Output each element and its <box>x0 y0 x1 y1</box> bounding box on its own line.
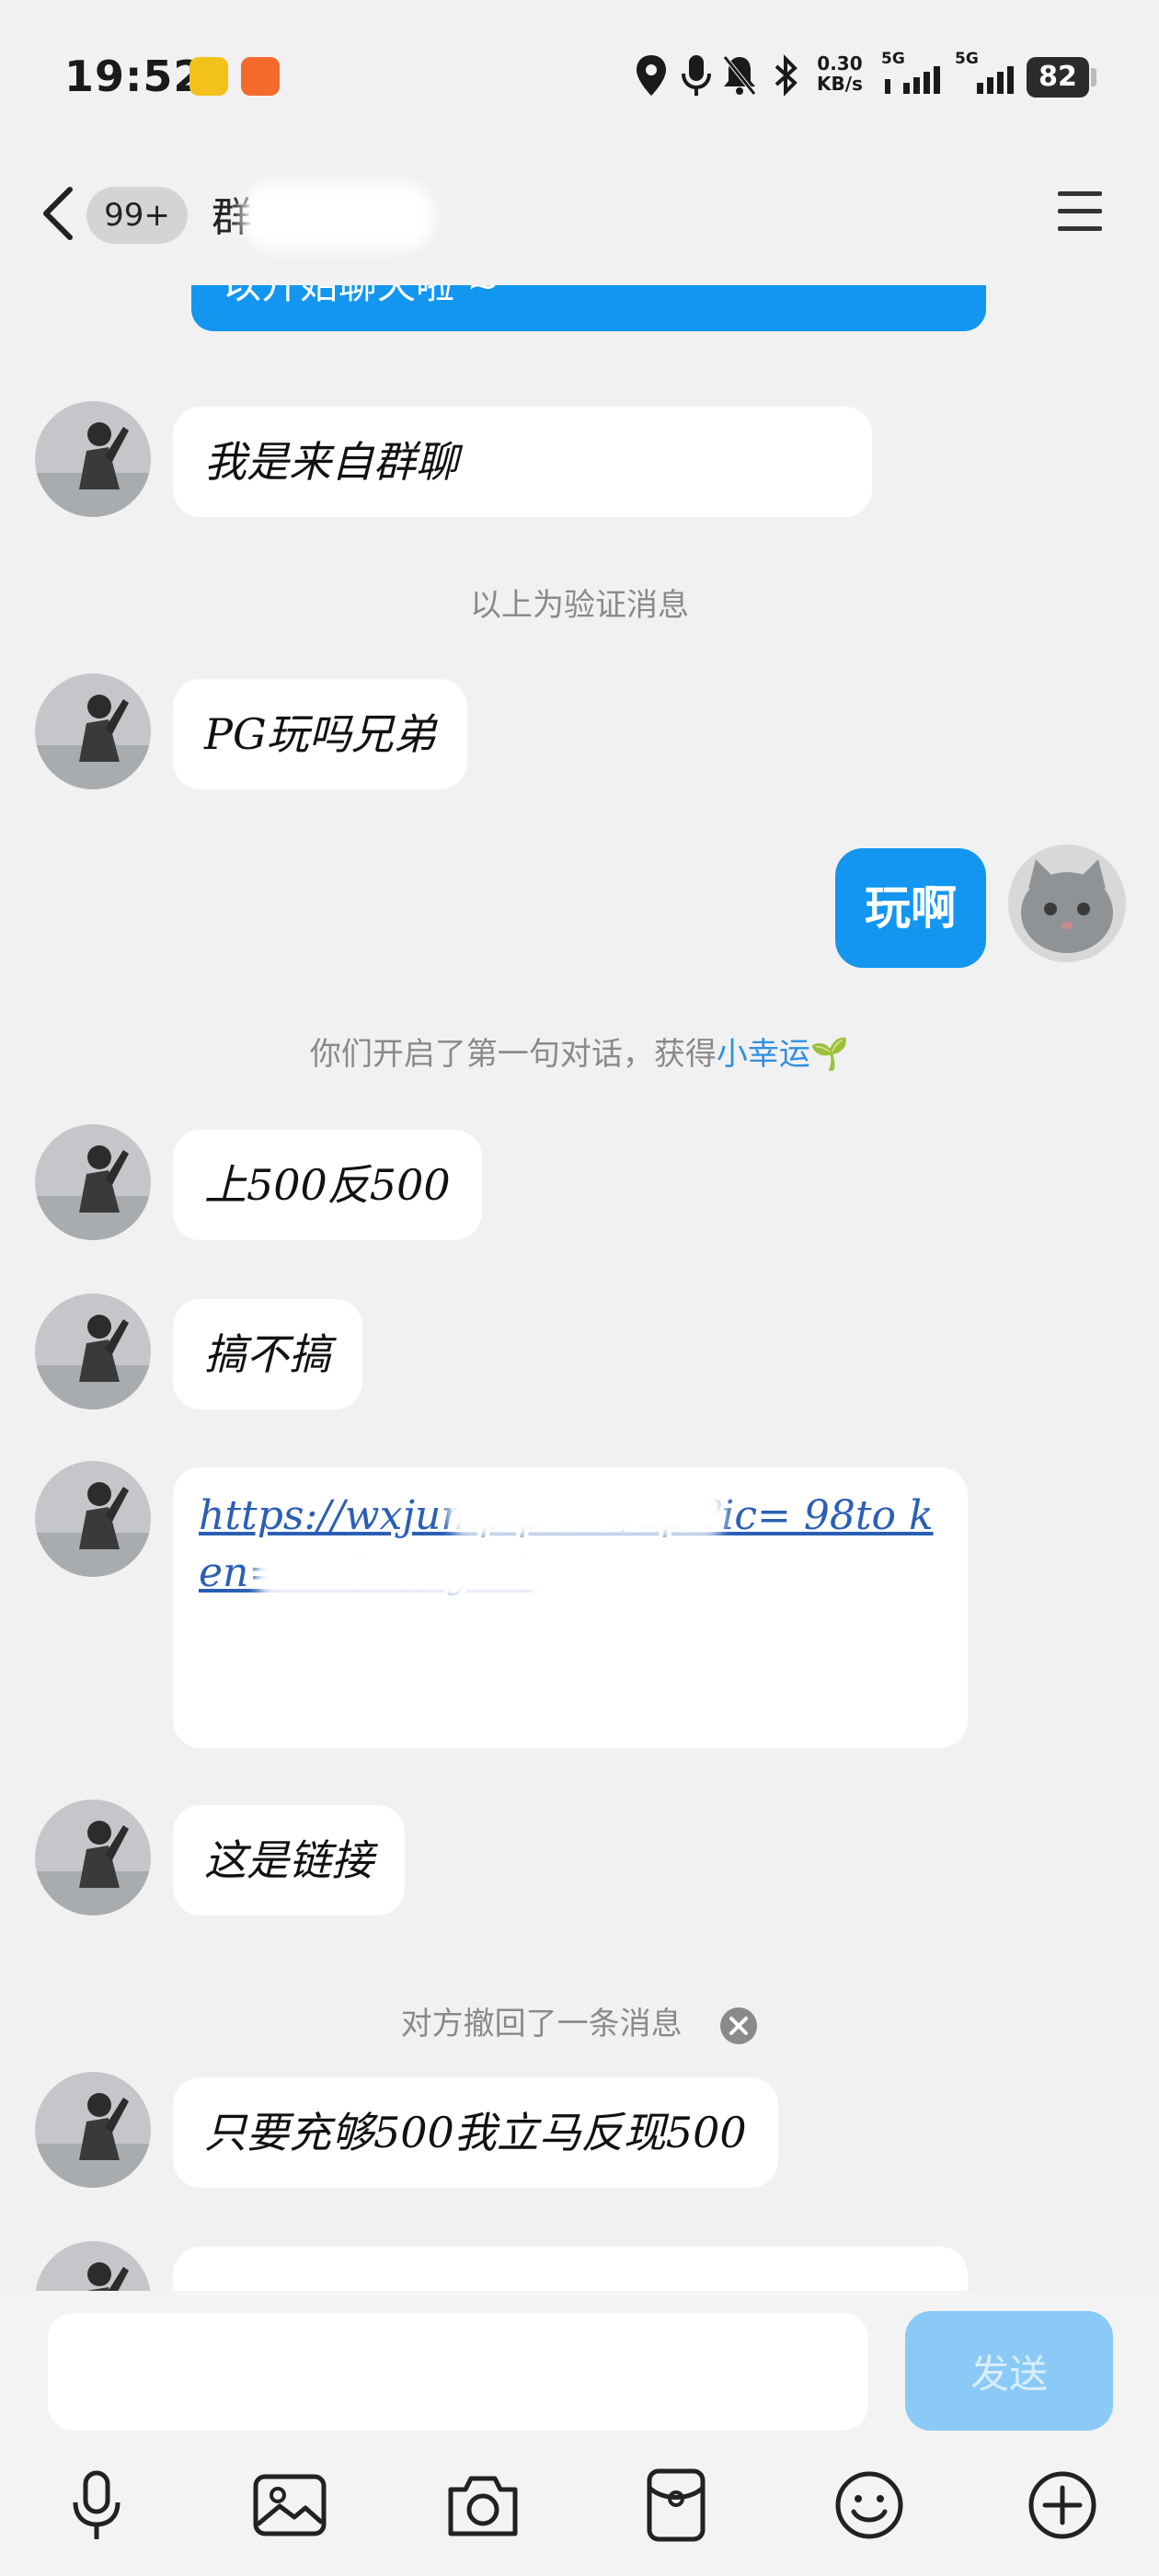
avatar[interactable] <box>35 1800 151 1915</box>
status-time: 19:52 <box>64 52 204 101</box>
redacted-text <box>515 423 865 502</box>
avatar[interactable] <box>35 673 151 789</box>
message-bubble[interactable]: 充够直接扣出给我出来我发给你 <box>173 2247 968 2291</box>
system-message: 以上为验证消息 <box>470 587 689 624</box>
avatar-image <box>35 2072 151 2188</box>
bluetooth-icon <box>775 54 798 97</box>
status-bar: 19:52 0.30 KB/s 5G 5G 82 <box>0 0 1159 156</box>
message-bubble[interactable]: PG玩吗兄弟 <box>173 679 467 789</box>
message-bubble[interactable]: 这是链接 <box>173 1805 405 1915</box>
avatar[interactable] <box>35 401 151 517</box>
redacted-text <box>256 1547 771 1598</box>
system-message: 对方撤回了一条消息 <box>0 1998 1159 2045</box>
lucky-link[interactable]: 小幸运 <box>717 1036 810 1073</box>
hamburger-menu-icon[interactable] <box>1050 182 1109 241</box>
camera-icon[interactable] <box>442 2464 524 2547</box>
avatar[interactable] <box>35 1461 151 1577</box>
my-message-bubble[interactable]: 玩啊 <box>835 848 986 968</box>
message-input[interactable] <box>48 2313 868 2431</box>
avatar[interactable] <box>35 1124 151 1240</box>
avatar-image <box>35 401 151 517</box>
sprout-icon: 🌱 <box>809 1036 850 1073</box>
back-button[interactable] <box>33 177 88 250</box>
message-bubble[interactable]: 搞不搞 <box>173 1299 362 1409</box>
avatar-image <box>35 2241 151 2291</box>
unread-count-badge[interactable]: 99+ <box>86 187 188 244</box>
cat-avatar-image <box>1008 845 1126 962</box>
avatar[interactable] <box>35 1294 151 1409</box>
send-button[interactable]: 发送 <box>905 2311 1113 2431</box>
my-avatar[interactable] <box>1008 845 1126 962</box>
verification-banner: 以开始聊天啦 ~ <box>191 285 986 331</box>
input-area: 发送 <box>0 2291 1159 2576</box>
battery-tip <box>1091 68 1096 86</box>
microphone-icon[interactable] <box>55 2464 138 2547</box>
redacted-text <box>449 1486 725 1537</box>
recall-notice-text: 对方撤回了一条消息 <box>400 2006 683 2042</box>
emoji-icon[interactable] <box>828 2464 911 2547</box>
close-circle-icon[interactable] <box>719 2007 758 2045</box>
message-bubble[interactable]: 上500反500 <box>173 1130 482 1240</box>
microphone-status-icon <box>682 55 711 96</box>
avatar[interactable] <box>35 2072 151 2188</box>
avatar-image <box>35 1461 151 1577</box>
mute-bell-icon <box>723 55 756 96</box>
image-icon[interactable] <box>248 2464 331 2547</box>
avatar-image <box>35 1800 151 1915</box>
redacted-text <box>228 1602 798 1653</box>
notification-app-icon <box>189 57 228 96</box>
location-icon <box>637 55 666 96</box>
avatar-image <box>35 1294 151 1409</box>
network-speed: 0.30 KB/s <box>817 52 863 95</box>
system-message: 你们开启了第一句对话，获得小幸运🌱 <box>0 1029 1159 1074</box>
battery-icon: 82 <box>1027 57 1089 98</box>
avatar-image <box>35 673 151 789</box>
red-packet-icon[interactable] <box>635 2464 717 2547</box>
avatar-image <box>35 1124 151 1240</box>
plus-circle-icon[interactable] <box>1021 2464 1104 2547</box>
avatar[interactable] <box>35 2241 151 2291</box>
redacted-title <box>241 182 434 250</box>
message-list[interactable]: 以开始聊天啦 ~ 我是来自群聊 以上为验证消息 PG玩吗兄弟 玩啊 <box>0 285 1159 2291</box>
chat-header: 99+ 群 <box>0 156 1159 285</box>
message-bubble[interactable]: 只要充够500我立马反现500 <box>173 2077 778 2188</box>
link-message-bubble[interactable]: https://wxjump.p net/ap ?ic= 98to ken= =… <box>173 1467 968 1748</box>
system-message-text: 你们开启了第一句对话，获得 <box>309 1036 717 1073</box>
notification-app-icon <box>241 57 280 96</box>
